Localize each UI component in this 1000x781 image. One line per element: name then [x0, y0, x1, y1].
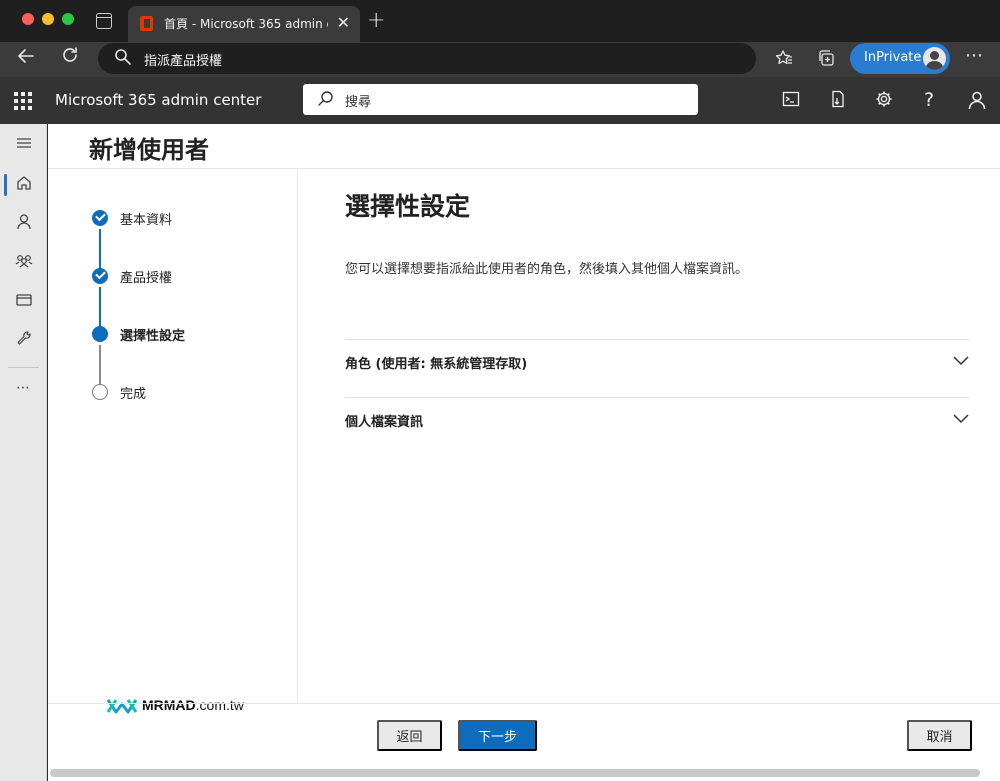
inprivate-label: InPrivate — [864, 50, 922, 65]
step-connector — [99, 287, 101, 327]
step-label: 選擇性設定 — [120, 329, 186, 344]
footer-divider — [48, 703, 1000, 704]
chevron-down-icon — [953, 356, 969, 366]
mrmad-logo-mark — [106, 699, 138, 714]
add-user-panel: 新增使用者 基本資料 產品授權 選擇性設定 完成 選擇性設定 您可以選擇想要指派… — [48, 124, 1000, 781]
browser-menu-button[interactable]: ⋯ — [965, 45, 984, 66]
back-button[interactable]: 返回 — [377, 720, 442, 751]
wizard-steps: 基本資料 產品授權 選擇性設定 完成 — [48, 169, 298, 704]
section-heading: 選擇性設定 — [345, 192, 471, 221]
refresh-icon[interactable] — [60, 45, 80, 70]
wrench-icon[interactable] — [0, 328, 47, 354]
favorites-icon[interactable] — [775, 49, 793, 71]
help-icon[interactable]: ? — [924, 90, 934, 110]
address-bar[interactable]: 指派產品授權 — [98, 43, 756, 74]
back-arrow-icon[interactable] — [16, 46, 36, 71]
address-text: 指派產品授權 — [144, 54, 223, 69]
document-icon[interactable] — [829, 90, 847, 113]
search-icon — [114, 48, 132, 70]
chevron-down-icon — [953, 414, 969, 424]
gear-icon[interactable] — [875, 90, 893, 113]
panel-title: 新增使用者 — [89, 136, 209, 164]
step-connector — [99, 229, 101, 269]
waffle-icon[interactable] — [14, 92, 32, 110]
search-input[interactable]: 搜尋 — [303, 84, 698, 115]
terminal-icon[interactable] — [782, 90, 800, 113]
step-connector — [99, 345, 101, 385]
step-label: 產品授權 — [120, 271, 173, 286]
left-nav-rail: ⋯ — [0, 124, 47, 781]
collections-icon[interactable] — [817, 49, 835, 71]
tab-title: 首頁 - Microsoft 365 admin center — [164, 17, 328, 31]
app-header: Microsoft 365 admin center 搜尋 ? — [0, 77, 1000, 124]
new-tab-button[interactable]: + — [367, 9, 385, 33]
more-icon[interactable]: ⋯ — [0, 380, 47, 406]
window-zoom-button[interactable] — [62, 13, 74, 25]
app-title[interactable]: Microsoft 365 admin center — [55, 91, 261, 109]
check-circle-icon — [92, 268, 108, 284]
browser-tab-active[interactable]: 首頁 - Microsoft 365 admin center ✕ — [128, 6, 360, 42]
mrmad-logo-text: MRMAD.com.tw — [142, 697, 244, 713]
empty-step-dot — [92, 384, 108, 400]
rail-divider — [8, 367, 39, 368]
tab-close-button[interactable]: ✕ — [337, 13, 350, 33]
profile-avatar — [923, 47, 946, 70]
menu-icon[interactable] — [0, 134, 47, 160]
browser-tab-strip: 首頁 - Microsoft 365 admin center ✕ + — [0, 0, 1000, 42]
accordion-title: 個人檔案資訊 — [345, 415, 424, 430]
window-close-button[interactable] — [22, 13, 34, 25]
billing-icon[interactable] — [0, 289, 47, 315]
accordion-title: 角色 (使用者: 無系統管理存取) — [345, 357, 528, 372]
window-minimize-button[interactable] — [42, 13, 54, 25]
check-circle-icon — [92, 210, 108, 226]
step-label: 基本資料 — [120, 213, 173, 228]
user-icon[interactable] — [0, 211, 47, 237]
cancel-button[interactable]: 取消 — [907, 720, 972, 751]
search-placeholder: 搜尋 — [345, 95, 372, 110]
next-button[interactable]: 下一步 — [458, 720, 537, 751]
person-icon[interactable] — [967, 90, 987, 115]
section-description: 您可以選擇想要指派給此使用者的角色，然後填入其他個人檔案資訊。 — [345, 262, 749, 277]
office-icon — [140, 16, 153, 31]
home-icon[interactable] — [0, 172, 47, 198]
browser-toolbar: 指派產品授權 InPrivate ⋯ — [0, 42, 1000, 77]
step-label: 完成 — [120, 387, 147, 402]
inprivate-badge[interactable]: InPrivate — [850, 43, 950, 74]
current-step-dot — [92, 326, 108, 342]
tab-actions-icon[interactable] — [96, 13, 112, 29]
search-icon — [317, 90, 335, 112]
accordion-roles[interactable]: 角色 (使用者: 無系統管理存取) — [345, 339, 969, 397]
horizontal-scrollbar[interactable] — [50, 769, 980, 777]
accordion-profile-info[interactable]: 個人檔案資訊 — [345, 397, 969, 455]
groups-icon[interactable] — [0, 250, 47, 276]
